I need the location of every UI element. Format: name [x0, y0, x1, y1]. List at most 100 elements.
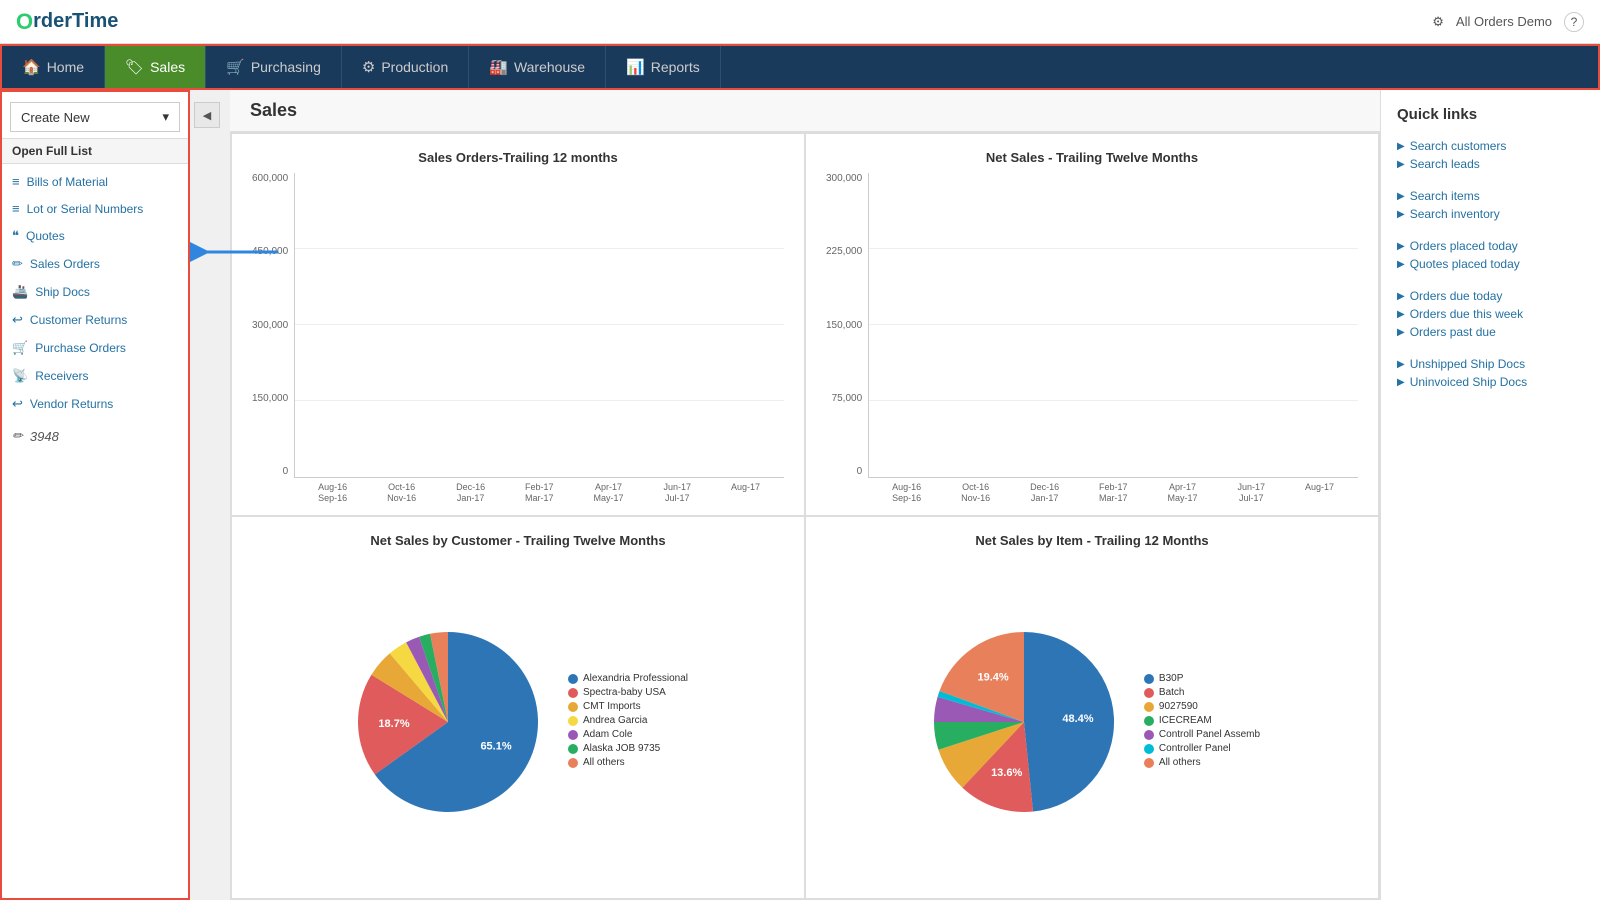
- quick-link-item[interactable]: ▶Orders due today: [1397, 287, 1584, 305]
- legend-label: Controller Panel: [1159, 743, 1231, 754]
- sidebar-item-lot-serial[interactable]: ≡Lot or Serial Numbers: [2, 195, 188, 222]
- badge-value: 3948: [30, 429, 59, 444]
- quick-links-group-1: ▶Search items▶Search inventory: [1397, 187, 1584, 223]
- sidebar-item-vendor-returns[interactable]: ↩Vendor Returns: [2, 390, 188, 418]
- x-label: Jun-17 Jul-17: [664, 482, 692, 505]
- x-label: Apr-17 May-17: [1168, 482, 1198, 505]
- nav-item-purchasing[interactable]: 🛒Purchasing: [206, 46, 342, 88]
- legend-item: Controll Panel Assemb: [1144, 729, 1260, 740]
- ql-arrow-icon: ▶: [1397, 141, 1405, 152]
- quick-link-item[interactable]: ▶Uninvoiced Ship Docs: [1397, 373, 1584, 391]
- legend-dot: [568, 674, 578, 684]
- nav-label-warehouse: Warehouse: [514, 59, 585, 75]
- user-label[interactable]: All Orders Demo: [1456, 14, 1552, 29]
- legend-label: CMT Imports: [583, 701, 641, 712]
- nav-item-warehouse[interactable]: 🏭Warehouse: [469, 46, 606, 88]
- grid-line: [869, 324, 1358, 325]
- legend-dot: [1144, 702, 1154, 712]
- sidebar-item-sales-orders[interactable]: ✏Sales Orders: [2, 250, 188, 278]
- quick-links-group-3: ▶Orders due today▶Orders due this week▶O…: [1397, 287, 1584, 341]
- ql-label: Orders due today: [1410, 289, 1503, 303]
- chart-title-pie1: Net Sales by Customer - Trailing Twelve …: [252, 533, 784, 548]
- y-labels-bar2: 300,000225,000150,00075,0000: [826, 173, 868, 505]
- sidebar-item-ship-docs[interactable]: 🚢Ship Docs: [2, 278, 188, 306]
- ql-arrow-icon: ▶: [1397, 159, 1405, 170]
- x-label: Feb-17 Mar-17: [525, 482, 554, 505]
- ql-label: Orders past due: [1410, 325, 1496, 339]
- nav-label-purchasing: Purchasing: [251, 59, 321, 75]
- sidebar: Create New ▾ Open Full List ≡Bills of Ma…: [0, 90, 190, 900]
- legend-dot: [1144, 716, 1154, 726]
- x-label: Dec-16 Jan-17: [1030, 482, 1059, 505]
- legend-dot: [1144, 730, 1154, 740]
- nav-item-production[interactable]: ⚙Production: [342, 46, 469, 88]
- legend-dot: [1144, 744, 1154, 754]
- quick-links-group-4: ▶Unshipped Ship Docs▶Uninvoiced Ship Doc…: [1397, 355, 1584, 391]
- pie-legend-pie2: B30PBatch9027590ICECREAMControll Panel A…: [1144, 673, 1260, 771]
- sidebar-badge: ✏ 3948: [2, 422, 188, 450]
- quick-links-group-0: ▶Search customers▶Search leads: [1397, 137, 1584, 173]
- y-label: 150,000: [826, 320, 862, 331]
- ql-label: Quotes placed today: [1410, 257, 1520, 271]
- quick-link-item[interactable]: ▶Search inventory: [1397, 205, 1584, 223]
- nav-item-reports[interactable]: 📊Reports: [606, 46, 721, 88]
- y-label: 600,000: [252, 173, 288, 184]
- sidebar-collapse-area: ◀: [190, 90, 230, 900]
- bar-chart-main-bar2: Aug-16 Sep-16Oct-16 Nov-16Dec-16 Jan-17F…: [868, 173, 1358, 505]
- sidebar-label-vendor-returns: Vendor Returns: [30, 397, 113, 411]
- ql-label: Search items: [1410, 189, 1480, 203]
- sidebar-icon-lot-serial: ≡: [12, 201, 20, 216]
- quick-link-item[interactable]: ▶Orders due this week: [1397, 305, 1584, 323]
- sidebar-icon-sales-orders: ✏: [12, 256, 23, 272]
- create-new-button[interactable]: Create New ▾: [10, 102, 180, 132]
- x-label: Aug-16 Sep-16: [318, 482, 347, 505]
- legend-label: Andrea Garcia: [583, 715, 647, 726]
- legend-label: Alaska JOB 9735: [583, 743, 660, 754]
- legend-label: Batch: [1159, 687, 1185, 698]
- sidebar-icon-purchase-orders: 🛒: [12, 340, 28, 356]
- quick-link-item[interactable]: ▶Quotes placed today: [1397, 255, 1584, 273]
- legend-item: 9027590: [1144, 701, 1260, 712]
- y-label: 0: [283, 466, 289, 477]
- chart-title-pie2: Net Sales by Item - Trailing 12 Months: [826, 533, 1358, 548]
- legend-dot: [568, 758, 578, 768]
- blue-arrow: [190, 238, 280, 266]
- quick-link-item[interactable]: ▶Orders past due: [1397, 323, 1584, 341]
- quick-link-item[interactable]: ▶Orders placed today: [1397, 237, 1584, 255]
- sidebar-label-quotes: Quotes: [26, 229, 65, 243]
- ql-arrow-icon: ▶: [1397, 309, 1405, 320]
- collapse-sidebar-button[interactable]: ◀: [194, 102, 220, 128]
- sidebar-label-ship-docs: Ship Docs: [35, 285, 90, 299]
- sidebar-item-bom[interactable]: ≡Bills of Material: [2, 168, 188, 195]
- quick-link-item[interactable]: ▶Search leads: [1397, 155, 1584, 173]
- y-label: 225,000: [826, 246, 862, 257]
- sidebar-item-purchase-orders[interactable]: 🛒Purchase Orders: [2, 334, 188, 362]
- nav-label-production: Production: [381, 59, 448, 75]
- sidebar-item-customer-returns[interactable]: ↩Customer Returns: [2, 306, 188, 334]
- page-title: Sales: [230, 90, 1380, 132]
- y-label: 300,000: [826, 173, 862, 184]
- sidebar-item-receivers[interactable]: 📡Receivers: [2, 362, 188, 390]
- nav-icon-sales: 🏷: [125, 58, 144, 76]
- quick-links-panel: Quick links ▶Search customers▶Search lea…: [1380, 90, 1600, 900]
- nav-item-home[interactable]: 🏠Home: [2, 46, 105, 88]
- chart-box-pie1: Net Sales by Customer - Trailing Twelve …: [232, 517, 804, 898]
- legend-item: All others: [568, 757, 688, 768]
- legend-item: Alaska JOB 9735: [568, 743, 688, 754]
- pie-label: 65.1%: [480, 741, 511, 753]
- nav-item-sales[interactable]: 🏷Sales: [105, 46, 206, 88]
- sidebar-item-quotes[interactable]: ❝Quotes: [2, 222, 188, 250]
- chart-box-bar2: Net Sales - Trailing Twelve Months300,00…: [806, 134, 1378, 515]
- ql-arrow-icon: ▶: [1397, 241, 1405, 252]
- legend-item: Spectra-baby USA: [568, 687, 688, 698]
- legend-dot: [1144, 688, 1154, 698]
- open-full-list-button[interactable]: Open Full List: [2, 138, 188, 164]
- legend-dot: [1144, 674, 1154, 684]
- help-button[interactable]: ?: [1564, 12, 1584, 32]
- quick-link-item[interactable]: ▶Search customers: [1397, 137, 1584, 155]
- gear-icon[interactable]: ⚙: [1432, 14, 1444, 30]
- quick-link-item[interactable]: ▶Search items: [1397, 187, 1584, 205]
- bar-chart-area-bar2: 300,000225,000150,00075,0000Aug-16 Sep-1…: [826, 173, 1358, 505]
- quick-link-item[interactable]: ▶Unshipped Ship Docs: [1397, 355, 1584, 373]
- ql-arrow-icon: ▶: [1397, 359, 1405, 370]
